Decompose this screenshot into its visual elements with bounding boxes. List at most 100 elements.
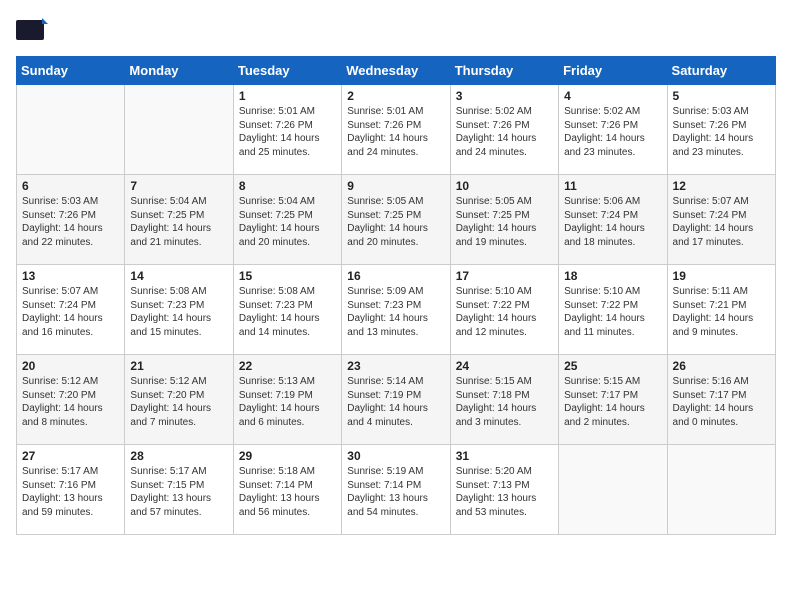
day-info: Sunrise: 5:16 AM Sunset: 7:17 PM Dayligh… [673, 375, 770, 429]
day-info: Sunrise: 5:05 AM Sunset: 7:25 PM Dayligh… [347, 195, 444, 249]
day-info: Sunrise: 5:15 AM Sunset: 7:17 PM Dayligh… [564, 375, 661, 429]
day-number: 2 [347, 89, 444, 103]
day-cell: 14 Sunrise: 5:08 AM Sunset: 7:23 PM Dayli… [125, 265, 233, 355]
day-cell: 16 Sunrise: 5:09 AM Sunset: 7:23 PM Dayli… [342, 265, 450, 355]
day-info: Sunrise: 5:20 AM Sunset: 7:13 PM Dayligh… [456, 465, 553, 519]
day-cell: 11Sunrise: 5:06 AM Sunset: 7:24 PM Dayli… [559, 175, 667, 265]
day-info: Sunrise: 5:17 AM Sunset: 7:16 PM Dayligh… [22, 465, 119, 519]
day-cell: 20 Sunrise: 5:12 AM Sunset: 7:20 PM Dayli… [17, 355, 125, 445]
calendar-body: 1 Sunrise: 5:01 AM Sunset: 7:26 PM Daylig… [17, 85, 776, 535]
day-number: 22 [239, 359, 336, 373]
day-cell: 1 Sunrise: 5:01 AM Sunset: 7:26 PM Daylig… [233, 85, 341, 175]
page-header [16, 16, 776, 44]
day-number: 11 [564, 179, 661, 193]
week-row-3: 13 Sunrise: 5:07 AM Sunset: 7:24 PM Dayli… [17, 265, 776, 355]
day-number: 24 [456, 359, 553, 373]
day-cell: 23Sunrise: 5:14 AM Sunset: 7:19 PM Dayli… [342, 355, 450, 445]
day-info: Sunrise: 5:10 AM Sunset: 7:22 PM Dayligh… [456, 285, 553, 339]
day-info: Sunrise: 5:09 AM Sunset: 7:23 PM Dayligh… [347, 285, 444, 339]
day-cell: 24 Sunrise: 5:15 AM Sunset: 7:18 PM Dayli… [450, 355, 558, 445]
header-row: SundayMondayTuesdayWednesdayThursdayFrid… [17, 57, 776, 85]
day-number: 13 [22, 269, 119, 283]
day-number: 10 [456, 179, 553, 193]
day-cell: 17 Sunrise: 5:10 AM Sunset: 7:22 PM Dayli… [450, 265, 558, 355]
day-cell: 3 Sunrise: 5:02 AM Sunset: 7:26 PM Daylig… [450, 85, 558, 175]
day-info: Sunrise: 5:05 AM Sunset: 7:25 PM Dayligh… [456, 195, 553, 249]
col-header-friday: Friday [559, 57, 667, 85]
day-cell: 10 Sunrise: 5:05 AM Sunset: 7:25 PM Dayli… [450, 175, 558, 265]
day-number: 28 [130, 449, 227, 463]
day-cell: 25Sunrise: 5:15 AM Sunset: 7:17 PM Dayli… [559, 355, 667, 445]
col-header-thursday: Thursday [450, 57, 558, 85]
day-number: 18 [564, 269, 661, 283]
day-cell [667, 445, 775, 535]
col-header-wednesday: Wednesday [342, 57, 450, 85]
day-info: Sunrise: 5:02 AM Sunset: 7:26 PM Dayligh… [564, 105, 661, 159]
day-cell: 12 Sunrise: 5:07 AM Sunset: 7:24 PM Dayli… [667, 175, 775, 265]
day-number: 5 [673, 89, 770, 103]
day-cell [17, 85, 125, 175]
day-number: 1 [239, 89, 336, 103]
day-number: 9 [347, 179, 444, 193]
day-number: 29 [239, 449, 336, 463]
day-cell: 6 Sunrise: 5:03 AM Sunset: 7:26 PM Daylig… [17, 175, 125, 265]
day-number: 6 [22, 179, 119, 193]
day-number: 17 [456, 269, 553, 283]
day-cell: 18 Sunrise: 5:10 AM Sunset: 7:22 PM Dayli… [559, 265, 667, 355]
day-info: Sunrise: 5:10 AM Sunset: 7:22 PM Dayligh… [564, 285, 661, 339]
day-info: Sunrise: 5:18 AM Sunset: 7:14 PM Dayligh… [239, 465, 336, 519]
day-cell: 2 Sunrise: 5:01 AM Sunset: 7:26 PM Daylig… [342, 85, 450, 175]
day-info: Sunrise: 5:03 AM Sunset: 7:26 PM Dayligh… [673, 105, 770, 159]
day-number: 14 [130, 269, 227, 283]
day-cell: 7Sunrise: 5:04 AM Sunset: 7:25 PM Daylig… [125, 175, 233, 265]
day-number: 3 [456, 89, 553, 103]
day-info: Sunrise: 5:07 AM Sunset: 7:24 PM Dayligh… [673, 195, 770, 249]
day-number: 8 [239, 179, 336, 193]
day-number: 23 [347, 359, 444, 373]
day-info: Sunrise: 5:12 AM Sunset: 7:20 PM Dayligh… [130, 375, 227, 429]
day-cell: 19 Sunrise: 5:11 AM Sunset: 7:21 PM Dayli… [667, 265, 775, 355]
day-number: 15 [239, 269, 336, 283]
col-header-saturday: Saturday [667, 57, 775, 85]
day-number: 19 [673, 269, 770, 283]
week-row-1: 1 Sunrise: 5:01 AM Sunset: 7:26 PM Daylig… [17, 85, 776, 175]
calendar-header: SundayMondayTuesdayWednesdayThursdayFrid… [17, 57, 776, 85]
day-number: 16 [347, 269, 444, 283]
day-info: Sunrise: 5:01 AM Sunset: 7:26 PM Dayligh… [347, 105, 444, 159]
day-info: Sunrise: 5:15 AM Sunset: 7:18 PM Dayligh… [456, 375, 553, 429]
day-number: 12 [673, 179, 770, 193]
day-cell: 15 Sunrise: 5:08 AM Sunset: 7:23 PM Dayli… [233, 265, 341, 355]
day-cell [125, 85, 233, 175]
day-info: Sunrise: 5:11 AM Sunset: 7:21 PM Dayligh… [673, 285, 770, 339]
day-info: Sunrise: 5:08 AM Sunset: 7:23 PM Dayligh… [130, 285, 227, 339]
day-cell: 31Sunrise: 5:20 AM Sunset: 7:13 PM Dayli… [450, 445, 558, 535]
day-info: Sunrise: 5:19 AM Sunset: 7:14 PM Dayligh… [347, 465, 444, 519]
logo-icon [16, 16, 48, 44]
day-info: Sunrise: 5:08 AM Sunset: 7:23 PM Dayligh… [239, 285, 336, 339]
day-cell: 8Sunrise: 5:04 AM Sunset: 7:25 PM Daylig… [233, 175, 341, 265]
day-cell [559, 445, 667, 535]
week-row-2: 6 Sunrise: 5:03 AM Sunset: 7:26 PM Daylig… [17, 175, 776, 265]
day-info: Sunrise: 5:04 AM Sunset: 7:25 PM Dayligh… [130, 195, 227, 249]
day-cell: 22Sunrise: 5:13 AM Sunset: 7:19 PM Dayli… [233, 355, 341, 445]
day-cell: 9 Sunrise: 5:05 AM Sunset: 7:25 PM Daylig… [342, 175, 450, 265]
day-info: Sunrise: 5:12 AM Sunset: 7:20 PM Dayligh… [22, 375, 119, 429]
day-number: 27 [22, 449, 119, 463]
day-cell: 28 Sunrise: 5:17 AM Sunset: 7:15 PM Dayli… [125, 445, 233, 535]
day-cell: 5 Sunrise: 5:03 AM Sunset: 7:26 PM Daylig… [667, 85, 775, 175]
calendar-table: SundayMondayTuesdayWednesdayThursdayFrid… [16, 56, 776, 535]
day-number: 30 [347, 449, 444, 463]
day-cell: 30 Sunrise: 5:19 AM Sunset: 7:14 PM Dayli… [342, 445, 450, 535]
day-cell: 27 Sunrise: 5:17 AM Sunset: 7:16 PM Dayli… [17, 445, 125, 535]
day-info: Sunrise: 5:07 AM Sunset: 7:24 PM Dayligh… [22, 285, 119, 339]
day-number: 4 [564, 89, 661, 103]
logo [16, 16, 52, 44]
day-info: Sunrise: 5:17 AM Sunset: 7:15 PM Dayligh… [130, 465, 227, 519]
day-info: Sunrise: 5:02 AM Sunset: 7:26 PM Dayligh… [456, 105, 553, 159]
day-cell: 29 Sunrise: 5:18 AM Sunset: 7:14 PM Dayli… [233, 445, 341, 535]
col-header-monday: Monday [125, 57, 233, 85]
day-number: 26 [673, 359, 770, 373]
day-info: Sunrise: 5:03 AM Sunset: 7:26 PM Dayligh… [22, 195, 119, 249]
day-number: 20 [22, 359, 119, 373]
day-info: Sunrise: 5:01 AM Sunset: 7:26 PM Dayligh… [239, 105, 336, 159]
